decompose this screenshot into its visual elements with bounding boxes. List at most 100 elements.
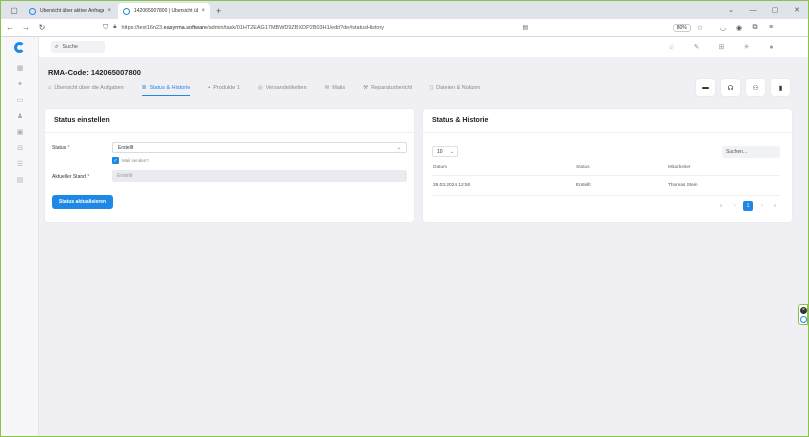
add-file-button[interactable]: ▮	[771, 79, 790, 96]
notifications-icon[interactable]: ♧	[659, 43, 684, 51]
column-header-employee[interactable]: Mitarbeiter	[668, 165, 691, 170]
close-icon[interactable]: ×	[800, 307, 807, 314]
browser-nav-bar: ← → ↻ ⛉ 🔒︎ https://test16n23. easyrma.sof…	[1, 19, 808, 37]
browser-tab-2[interactable]: 142065007800 | Übersicht über ×	[118, 3, 210, 19]
browser-toolbar-right: ◡ ◉ ⧉ ≡	[715, 24, 779, 32]
tab-mails[interactable]: ✉ Mails	[325, 80, 345, 96]
list-icon: ≣	[141, 84, 147, 91]
global-search[interactable]: ⌕ Suche	[51, 41, 105, 53]
column-header-status[interactable]: Status	[576, 165, 590, 170]
pocket-icon[interactable]: ◡	[715, 24, 731, 32]
page-tabs: ⌂ Übersicht über die Aufgaben ≣ Status &…	[48, 80, 498, 96]
update-status-button[interactable]: Status aktualisieren	[52, 195, 113, 209]
browser-tab-1[interactable]: Übersicht über aktive Anfragen ×	[24, 3, 116, 19]
tab-repair-report[interactable]: ⚒ Reparaturbericht	[363, 80, 412, 96]
search-icon: ⌕	[55, 43, 59, 50]
close-icon[interactable]: ×	[107, 8, 111, 14]
new-tab-icon[interactable]: +	[216, 6, 221, 16]
tab-label: Mails	[332, 85, 346, 91]
account-icon[interactable]: ◉	[731, 24, 747, 32]
tab-overview-icon[interactable]: ▢	[7, 3, 21, 17]
table-row-divider	[432, 195, 780, 196]
lock-icon[interactable]: 🔒︎	[113, 24, 116, 31]
help-icon[interactable]: ✳	[734, 43, 759, 51]
required-mark: *	[67, 145, 70, 151]
required-mark: *	[87, 174, 90, 180]
column-header-date[interactable]: Datum	[433, 165, 447, 170]
package-icon[interactable]: ▣	[15, 129, 25, 137]
pagination-page-1[interactable]: 1	[743, 201, 753, 211]
tab-files-notes[interactable]: ▯ Dateien & Notizen	[430, 80, 480, 96]
cell-date: 28.03.2024 12:50	[433, 183, 471, 188]
maximize-icon[interactable]: ▢	[764, 6, 786, 14]
dashboard-icon[interactable]: ▦	[15, 65, 25, 73]
tab-status-history[interactable]: ≣ Status & Historie	[141, 80, 191, 96]
current-state-value: Erstellt	[117, 173, 133, 179]
keyboard-button[interactable]: ▬	[696, 79, 715, 96]
shop-icon[interactable]: ⊟	[15, 145, 25, 153]
tasks-icon[interactable]: ✦	[15, 81, 25, 89]
label-text: Aktueller Stand	[52, 174, 86, 180]
tab-label: Versandetiketten	[265, 85, 307, 91]
settings-icon[interactable]: ☰	[15, 161, 25, 169]
floating-assistant-widget[interactable]: ×	[798, 304, 808, 325]
pagination-next[interactable]: ›	[757, 201, 767, 211]
assistant-icon[interactable]	[800, 316, 807, 323]
inbox-icon[interactable]: ▭	[15, 97, 25, 105]
bookmark-star-icon[interactable]: ☆	[697, 24, 703, 32]
header-icons: ♧ ✎ ⊞ ✳ ●	[659, 43, 784, 52]
reload-icon[interactable]: ↻	[35, 23, 49, 32]
agent-button[interactable]: ☊	[721, 79, 740, 96]
cell-employee: Thomas Stein	[668, 183, 698, 188]
user-icon[interactable]: ♟	[15, 113, 25, 121]
grid-apps-icon[interactable]: ⊞	[709, 43, 734, 51]
extensions-icon[interactable]: ⧉	[747, 24, 763, 32]
back-icon[interactable]: ←	[3, 23, 17, 32]
url-prefix: https://test16n23.	[121, 24, 164, 31]
tab-products[interactable]: ▪ Produkte 1	[208, 80, 240, 96]
headset-icon: ☊	[727, 84, 734, 92]
status-select[interactable]: Erstellt ⌄	[112, 142, 407, 153]
profile-icon[interactable]: ●	[759, 44, 784, 51]
pagination-last[interactable]: »	[770, 201, 780, 211]
page-actions: ▬ ☊ ⚇ ▮	[690, 79, 790, 96]
tab-overview[interactable]: ⌂ Übersicht über die Aufgaben	[48, 80, 124, 96]
chevron-down-icon[interactable]: ⌄	[720, 6, 742, 14]
tab-label: Übersicht über die Aufgaben	[54, 85, 124, 91]
reader-view-icon[interactable]: ▤	[523, 24, 529, 31]
tools-icon[interactable]: ✎	[684, 43, 709, 51]
easyrma-logo[interactable]	[14, 42, 25, 53]
card-divider	[45, 132, 414, 133]
forward-icon[interactable]: →	[19, 23, 33, 32]
status-set-card: Status einstellen Status * Erstellt ⌄ ✓ …	[45, 109, 414, 222]
cell-status: Erstellt	[576, 183, 591, 188]
mail-send-checkbox[interactable]: ✓ Mail senden?	[112, 157, 149, 164]
pagination-prev[interactable]: ‹	[730, 201, 740, 211]
easyrma-favicon-icon	[123, 7, 130, 15]
url-bar[interactable]: ⛉ 🔒︎ https://test16n23. easyrma.software /…	[103, 21, 703, 34]
chevron-down-icon: ⌄	[396, 144, 401, 151]
tab-shipping-labels[interactable]: ◎ Versandetiketten	[258, 80, 307, 96]
minimize-icon[interactable]: —	[742, 7, 764, 14]
menu-icon[interactable]: ≡	[763, 24, 779, 31]
tab-label: Produkte 1	[213, 85, 240, 91]
close-window-icon[interactable]: ✕	[786, 6, 808, 14]
browser-tab-title: Übersicht über aktive Anfragen	[40, 8, 105, 14]
contacts-icon[interactable]: ▤	[15, 177, 25, 185]
shield-icon[interactable]: ⛉	[103, 24, 108, 32]
url-path: /admin/task/01HT2EAG17MBWD9ZBXDP2B03H1/e…	[207, 24, 385, 31]
page-size-select[interactable]: 10 ⌄	[432, 146, 458, 157]
status-history-card: Status & Historie 10 ⌄ Suchen... Datum S…	[423, 109, 792, 222]
card-title: Status einstellen	[54, 117, 110, 124]
pagination-first[interactable]: «	[716, 201, 726, 211]
support-button[interactable]: ⚇	[746, 79, 765, 96]
close-icon[interactable]: ×	[201, 8, 205, 14]
file-icon: ▯	[430, 85, 434, 91]
search-placeholder: Suchen...	[726, 149, 748, 155]
history-search-input[interactable]: Suchen...	[722, 146, 780, 158]
people-icon: ⚇	[752, 84, 759, 92]
add-file-icon: ▮	[778, 84, 783, 92]
zoom-level[interactable]: 80%	[672, 23, 691, 32]
easyrma-favicon-icon	[29, 7, 36, 15]
status-select-value: Erstellt	[118, 144, 134, 151]
